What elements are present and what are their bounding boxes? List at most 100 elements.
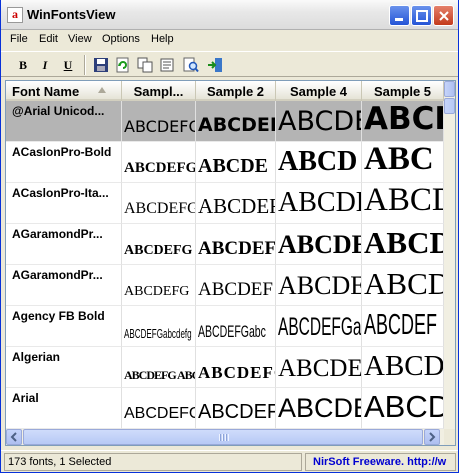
sample-text: ABCDEFG (124, 117, 196, 136)
sample-text: ABCD (364, 389, 444, 424)
column-sample-5[interactable]: Sample 5 (362, 81, 444, 101)
exit-button[interactable] (205, 55, 225, 75)
scroll-right-button[interactable] (424, 429, 440, 445)
scroll-up-button[interactable] (444, 81, 455, 97)
title-bar[interactable]: WinFontsView (1, 0, 458, 30)
sample-text: ABCDEFGabcdefg (124, 326, 192, 341)
sample-text: ABCD (364, 183, 443, 218)
column-sample-1[interactable]: Sampl... (122, 81, 196, 101)
sample-4-cell: ABCDE (276, 388, 362, 429)
sample-text: ABCDE (278, 230, 362, 259)
list-header: Font Name Sampl... Sample 2 Sample 4 Sam… (6, 81, 444, 101)
window-title: WinFontsView (27, 7, 116, 22)
copy-button[interactable] (135, 55, 155, 75)
font-name-cell: AGaramondPr... (6, 265, 122, 306)
copy-icon (137, 57, 153, 73)
sample-5-cell: ABCD (362, 101, 444, 142)
sample-text: ABCDE (278, 106, 362, 137)
menu-view[interactable]: View (68, 33, 92, 45)
refresh-icon (116, 57, 129, 73)
column-font-name[interactable]: Font Name (6, 81, 122, 101)
table-row[interactable]: @Arial Unicod... ABCDEFG ABCDEF ABCDE AB… (6, 101, 444, 142)
menu-options[interactable]: Options (102, 33, 140, 45)
rows-container: @Arial Unicod... ABCDEFG ABCDEF ABCDE AB… (6, 101, 444, 429)
scroll-grip (219, 434, 229, 441)
sample-text: ABC (364, 142, 434, 177)
menu-help[interactable]: Help (151, 33, 174, 45)
sample-text: ABCDEFG ABCDEFG (124, 368, 195, 382)
maximize-button[interactable] (411, 5, 432, 26)
status-count: 173 fonts, 1 Selected (4, 453, 302, 471)
nirsoft-link[interactable]: NirSoft Freeware. http://w (305, 453, 456, 471)
sample-2-cell: ABCDE (196, 142, 276, 183)
find-button[interactable] (181, 55, 201, 75)
scroll-left-button[interactable] (6, 429, 22, 445)
sample-text: ABCDEF (198, 238, 276, 259)
toolbar: B I U (1, 51, 458, 77)
sample-text: ABCDEF (198, 279, 273, 300)
save-icon (94, 58, 108, 72)
sample-text: ABCDE (278, 271, 362, 300)
sample-text: ABCDEF (364, 309, 437, 341)
table-row[interactable]: Algerian ABCDEFG ABCDEFG ABCDEFG ABCDE A… (6, 347, 444, 388)
sort-ascending-icon (98, 87, 106, 93)
sample-text: ABCDEFGabc (198, 322, 266, 341)
properties-button[interactable] (157, 55, 177, 75)
sample-text: ABCDEFG (198, 363, 275, 382)
horizontal-scrollbar[interactable] (6, 429, 455, 445)
sample-2-cell: ABCDEF (196, 224, 276, 265)
underline-button[interactable]: U (58, 55, 78, 75)
sample-5-cell: ABCD (362, 347, 444, 388)
sample-4-cell: ABCDE (276, 265, 362, 306)
status-bar: 173 fonts, 1 Selected NirSoft Freeware. … (1, 450, 458, 472)
app-icon[interactable] (7, 7, 23, 23)
menu-file[interactable]: File (10, 33, 28, 45)
sample-text: ABCDE (278, 187, 361, 218)
sample-4-cell: ABCDE (276, 101, 362, 142)
sample-text: ABCDE (278, 393, 362, 423)
sample-text: ABCDEFG (124, 200, 196, 217)
bold-button[interactable]: B (13, 55, 33, 75)
minimize-button[interactable] (389, 5, 410, 26)
sample-text: ABCD (364, 350, 444, 382)
refresh-button[interactable] (113, 55, 133, 75)
table-row[interactable]: Arial ABCDEFG ABCDEF ABCDE ABCD (6, 388, 444, 429)
sample-text: ABCD (364, 101, 443, 137)
sample-1-cell: ABCDEFGabcdefg (122, 306, 196, 347)
sample-4-cell: ABCDEFGa (276, 306, 362, 347)
table-row[interactable]: Agency FB Bold ABCDEFGabcdefg ABCDEFGabc… (6, 306, 444, 347)
toolbar-separator (84, 55, 86, 75)
font-name-cell: @Arial Unicod... (6, 101, 122, 142)
font-name-cell: Algerian (6, 347, 122, 388)
sample-text: ABCDEFG (124, 284, 190, 299)
vertical-scroll-thumb[interactable] (444, 98, 455, 114)
table-row[interactable]: AGaramondPr... ABCDEFG ABCDEF ABCDE ABCD (6, 265, 444, 306)
sample-1-cell: ABCDEFG (122, 388, 196, 429)
horizontal-scroll-thumb[interactable] (23, 429, 423, 445)
column-sample-4[interactable]: Sample 4 (276, 81, 362, 101)
app-window: WinFontsView File Edit View Options Help… (0, 0, 459, 473)
close-icon (439, 11, 449, 21)
sample-4-cell: ABCDE (276, 183, 362, 224)
font-list[interactable]: Font Name Sampl... Sample 2 Sample 4 Sam… (5, 80, 456, 446)
save-button[interactable] (91, 55, 111, 75)
table-row[interactable]: ACaslonPro-Bold ABCDEFG ABCDE ABCD ABC (6, 142, 444, 183)
sample-1-cell: ABCDEFG ABCDEFG (122, 347, 196, 388)
table-row[interactable]: AGaramondPr... ABCDEFG ABCDEF ABCDE ABCD (6, 224, 444, 265)
table-row[interactable]: ACaslonPro-Ita... ABCDEFG ABCDEF ABCDE A… (6, 183, 444, 224)
sample-2-cell: ABCDEF (196, 183, 276, 224)
italic-button[interactable]: I (35, 55, 55, 75)
sample-2-cell: ABCDEF (196, 101, 276, 142)
menu-edit[interactable]: Edit (39, 33, 58, 45)
sample-2-cell: ABCDEF (196, 265, 276, 306)
sample-5-cell: ABC (362, 142, 444, 183)
scroll-corner (444, 429, 455, 445)
column-sample-2[interactable]: Sample 2 (196, 81, 276, 101)
sample-2-cell: ABCDEFG (196, 347, 276, 388)
close-button[interactable] (433, 5, 454, 26)
sample-text: ABCD (364, 266, 444, 301)
sample-text: ABCDEFG (124, 243, 193, 258)
sample-2-cell: ABCDEFGabc (196, 306, 276, 347)
vertical-scrollbar[interactable] (444, 81, 455, 429)
sample-text: ABCDEF (198, 401, 276, 423)
